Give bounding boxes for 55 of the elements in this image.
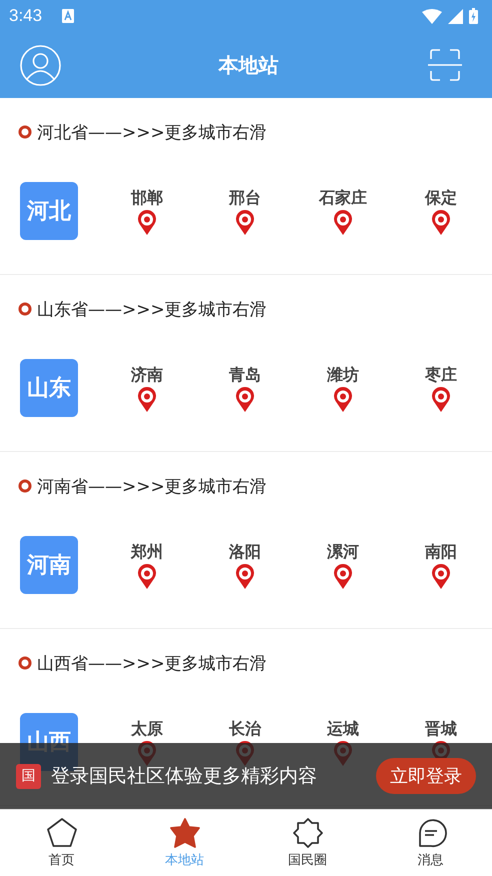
star-icon bbox=[168, 817, 200, 849]
location-pin-icon bbox=[333, 564, 353, 588]
city-link[interactable]: 漯河 bbox=[327, 542, 359, 562]
scan-icon[interactable] bbox=[428, 48, 462, 82]
location-pin-icon bbox=[235, 210, 255, 234]
location-pin-icon bbox=[235, 386, 255, 412]
province-title: 河南省——>>>更多城市右滑 bbox=[37, 476, 267, 498]
tab[interactable]: 国民圈 bbox=[246, 810, 369, 876]
login-button[interactable]: 立即登录 bbox=[376, 758, 476, 794]
battery-icon bbox=[469, 8, 478, 24]
badge-icon bbox=[292, 817, 324, 849]
city-link[interactable]: 郑州 bbox=[131, 542, 163, 562]
ring-icon bbox=[18, 479, 32, 493]
city-link[interactable]: 洛阳 bbox=[229, 542, 261, 562]
city-link[interactable]: 邢台 bbox=[229, 188, 261, 208]
location-pin-icon bbox=[431, 386, 451, 412]
page-title: 本地站 bbox=[218, 52, 278, 78]
location-pin-icon bbox=[333, 210, 353, 234]
province-title: 河北省——>>>更多城市右滑 bbox=[37, 122, 267, 144]
wifi-icon bbox=[422, 8, 442, 24]
ring-icon bbox=[18, 125, 32, 139]
keyboard-icon bbox=[62, 9, 74, 23]
city-link[interactable]: 保定 bbox=[425, 188, 457, 208]
signal-icon bbox=[448, 8, 463, 24]
location-pin-icon bbox=[431, 210, 451, 234]
city-link[interactable]: 南阳 bbox=[425, 542, 457, 562]
ring-icon bbox=[18, 302, 32, 316]
city-link[interactable]: 运城 bbox=[327, 718, 359, 740]
province-title: 山西省——>>>更多城市右滑 bbox=[37, 652, 267, 674]
status-time: 3:43 bbox=[9, 6, 42, 26]
city-link[interactable]: 青岛 bbox=[229, 364, 261, 386]
location-pin-icon bbox=[333, 386, 353, 412]
location-pin-icon bbox=[235, 564, 255, 588]
city-link[interactable]: 济南 bbox=[131, 364, 163, 386]
city-link[interactable]: 枣庄 bbox=[425, 364, 457, 386]
location-pin-icon bbox=[137, 564, 157, 588]
location-pin-icon bbox=[431, 564, 451, 588]
province-badge: 河北 bbox=[20, 182, 78, 240]
city-link[interactable]: 潍坊 bbox=[327, 364, 359, 386]
city-link[interactable]: 晋城 bbox=[425, 718, 457, 740]
province-badge: 河南 bbox=[20, 536, 78, 594]
tab[interactable]: 首页 bbox=[0, 810, 123, 876]
city-link[interactable]: 长治 bbox=[229, 718, 261, 740]
location-pin-icon bbox=[137, 386, 157, 412]
province-title: 山东省——>>>更多城市右滑 bbox=[37, 298, 267, 320]
city-link[interactable]: 太原 bbox=[131, 718, 163, 740]
city-link[interactable]: 邯郸 bbox=[131, 188, 163, 208]
user-icon[interactable] bbox=[20, 44, 61, 86]
tab[interactable]: 消息 bbox=[369, 810, 492, 876]
province-badge: 山东 bbox=[20, 359, 78, 417]
logo-icon: 国 bbox=[16, 764, 41, 788]
pentagon-icon bbox=[46, 817, 78, 849]
city-link[interactable]: 石家庄 bbox=[319, 188, 367, 208]
location-pin-icon bbox=[137, 210, 157, 234]
ring-icon bbox=[18, 656, 32, 670]
